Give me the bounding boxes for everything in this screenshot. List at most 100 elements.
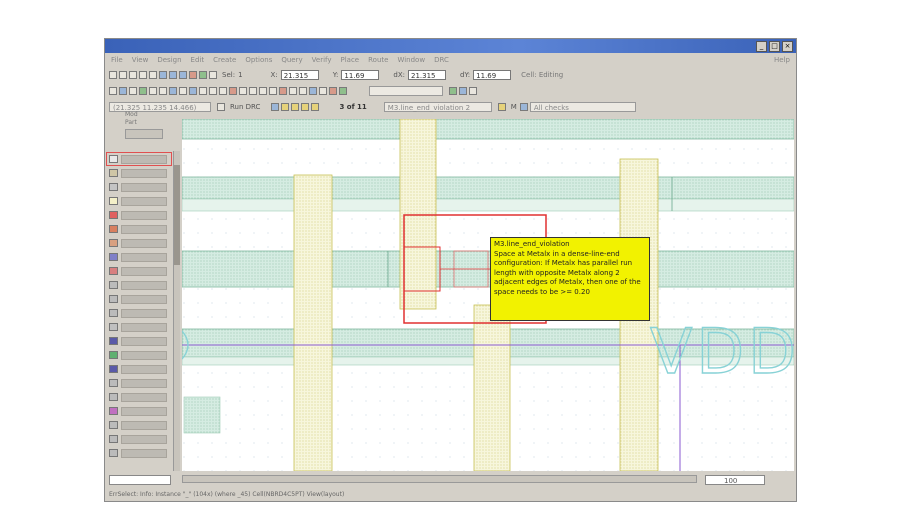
filter-icon[interactable] (497, 102, 506, 111)
label-icon[interactable] (179, 86, 187, 95)
menu-edit[interactable]: Edit (191, 56, 205, 64)
palette-filter-dropdown[interactable] (125, 129, 163, 139)
checks-dropdown[interactable]: All checks (529, 101, 636, 112)
layer-row[interactable] (107, 363, 171, 375)
layer-row[interactable] (107, 209, 171, 221)
select-icon[interactable] (189, 70, 197, 79)
layer-row[interactable] (107, 293, 171, 305)
menu-options[interactable]: Options (245, 56, 272, 64)
menu-verify[interactable]: Verify (312, 56, 332, 64)
via-icon[interactable] (169, 86, 177, 95)
layer-row[interactable] (107, 349, 171, 361)
previous-error-icon[interactable] (291, 102, 300, 111)
layer-row[interactable] (107, 405, 171, 417)
menu-window[interactable]: Window (397, 56, 425, 64)
menu-help[interactable]: Help (774, 56, 790, 64)
layer-row[interactable] (107, 377, 171, 389)
layer-select-icon[interactable] (459, 86, 467, 95)
layer-row[interactable] (107, 265, 171, 277)
zoom-out-icon[interactable] (169, 70, 177, 79)
layout-canvas[interactable]: VDD M3.line_end_violation Space at Metal… (182, 119, 794, 471)
zoom-field[interactable]: 100 (705, 475, 765, 485)
move-icon[interactable] (209, 86, 217, 95)
palette-tab-part[interactable]: Part (125, 119, 171, 127)
redo-icon[interactable] (149, 70, 157, 79)
layer-select-dropdown[interactable] (369, 85, 443, 96)
markers-icon[interactable] (319, 86, 327, 95)
delete-icon[interactable] (229, 86, 237, 95)
layer-row[interactable] (107, 391, 171, 403)
run-drc-icon[interactable] (217, 102, 225, 111)
last-error-icon[interactable] (311, 102, 320, 111)
menu-file[interactable]: File (111, 56, 123, 64)
dx-field[interactable]: 21.315 (408, 69, 447, 80)
palette-tab-mod[interactable]: Mod (125, 111, 171, 119)
maximize-button[interactable]: □ (769, 41, 780, 52)
close-button[interactable]: × (782, 41, 793, 52)
layer-row[interactable] (107, 447, 171, 459)
stretch-icon[interactable] (219, 86, 227, 95)
drc-icon[interactable] (329, 86, 337, 95)
chop-icon[interactable] (249, 86, 257, 95)
layer-row[interactable] (107, 223, 171, 235)
rule-dropdown[interactable]: M3.line_end_violation 2 (383, 101, 492, 112)
horizontal-scrollbar[interactable] (182, 475, 697, 483)
layer-row[interactable] (107, 251, 171, 263)
layer-row[interactable] (107, 181, 171, 193)
rectangle-icon[interactable] (139, 86, 147, 95)
lvs-icon[interactable] (339, 86, 347, 95)
layer-row[interactable] (107, 279, 171, 291)
zoom-error-icon[interactable] (271, 102, 280, 111)
layer-row[interactable] (107, 433, 171, 445)
path-icon[interactable] (159, 86, 167, 95)
layer-row[interactable] (107, 307, 171, 319)
x-coordinate-field[interactable]: 21.315 (280, 69, 319, 80)
layer-row[interactable] (107, 335, 171, 347)
instance-icon[interactable] (189, 86, 197, 95)
zoom-in-icon[interactable] (159, 70, 167, 79)
rotate-icon[interactable] (269, 86, 277, 95)
zoom-fit-icon[interactable] (179, 70, 187, 79)
menu-query[interactable]: Query (281, 56, 302, 64)
layer-visible-icon[interactable] (449, 86, 457, 95)
layer-row[interactable] (107, 419, 171, 431)
globe-icon[interactable] (519, 102, 528, 111)
layer-row[interactable] (107, 237, 171, 249)
group-icon[interactable] (289, 86, 297, 95)
layer-row[interactable] (106, 152, 172, 166)
menu-create[interactable]: Create (213, 56, 236, 64)
hierarchy-icon[interactable] (119, 86, 127, 95)
highlight-icon[interactable] (281, 102, 290, 111)
menu-place[interactable]: Place (341, 56, 360, 64)
menu-drc[interactable]: DRC (434, 56, 449, 64)
menu-route[interactable]: Route (368, 56, 388, 64)
layer-row[interactable] (107, 167, 171, 179)
layer-palette-scrollbar[interactable] (173, 151, 180, 471)
ungroup-icon[interactable] (299, 86, 307, 95)
menu-view[interactable]: View (132, 56, 149, 64)
save-icon[interactable] (119, 70, 127, 79)
open-icon[interactable] (109, 70, 117, 79)
y-coordinate-field[interactable]: 11.69 (341, 69, 380, 80)
polygon-icon[interactable] (149, 86, 157, 95)
copy-icon[interactable] (199, 86, 207, 95)
layer-row[interactable] (107, 195, 171, 207)
search-icon[interactable] (309, 86, 317, 95)
command-input[interactable] (109, 475, 171, 485)
print-icon[interactable] (129, 70, 137, 79)
run-drc-button[interactable]: Run DRC (230, 103, 260, 111)
next-error-icon[interactable] (301, 102, 310, 111)
ruler-icon[interactable] (129, 86, 137, 95)
menu-design[interactable]: Design (157, 56, 181, 64)
flip-icon[interactable] (259, 86, 267, 95)
new-cell-icon[interactable] (109, 86, 117, 95)
layer-icon[interactable] (199, 70, 207, 79)
layer-palette-icon[interactable] (469, 86, 477, 95)
merge-icon[interactable] (239, 86, 247, 95)
dy-field[interactable]: 11.69 (473, 69, 512, 80)
layer-row[interactable] (107, 321, 171, 333)
undo-icon[interactable] (139, 70, 147, 79)
property-icon[interactable] (279, 86, 287, 95)
minimize-button[interactable]: _ (756, 41, 767, 52)
window-icon[interactable] (209, 70, 217, 79)
